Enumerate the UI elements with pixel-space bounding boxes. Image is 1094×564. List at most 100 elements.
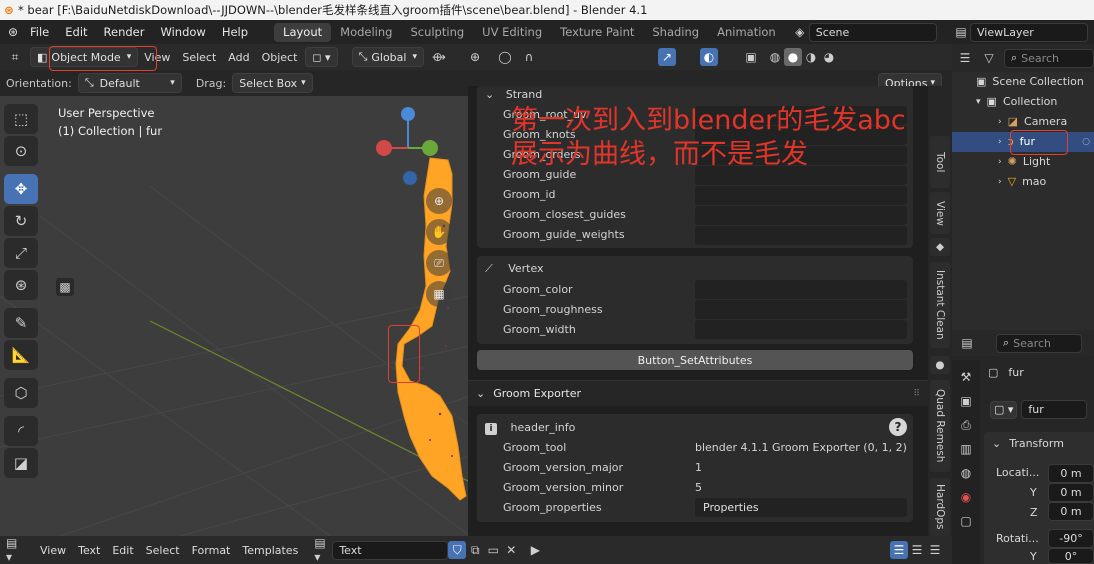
3d-viewport[interactable]: User Perspective (1) Collection | fur ⊕ …	[0, 96, 468, 536]
properties-search-input[interactable]: ⌕ Search	[996, 333, 1082, 353]
shading-wireframe-icon[interactable]: ◍	[766, 48, 784, 66]
run-script-icon[interactable]: ▶	[526, 541, 544, 559]
object-properties-icon[interactable]: ▢	[957, 512, 975, 530]
falloff-icon[interactable]: ∩	[520, 48, 538, 66]
menu-window[interactable]: Window	[152, 25, 213, 39]
pivot-point-icon[interactable]: ⟴	[430, 48, 448, 66]
tab-uv-editing[interactable]: UV Editing	[473, 23, 551, 42]
orientation-dropdown[interactable]: ⤡ Default ▾	[77, 73, 182, 93]
outliner-item-light[interactable]: › ✺ Light	[952, 152, 1094, 172]
world-properties-icon[interactable]: ◉	[957, 488, 975, 506]
tab-sculpting[interactable]: Sculpting	[401, 23, 473, 42]
text-menu-text[interactable]: Text	[72, 544, 106, 557]
zoom-icon[interactable]: ⊕	[426, 188, 452, 214]
tab-shading[interactable]: Shading	[643, 23, 708, 42]
menu-file[interactable]: File	[22, 25, 57, 39]
tool-properties-icon[interactable]: ⚒	[957, 368, 975, 386]
scene-icon[interactable]: ◈	[791, 23, 809, 41]
cut-tool-icon[interactable]: ◪	[4, 448, 38, 478]
checker-icon[interactable]: ▩	[56, 278, 74, 296]
menu-edit[interactable]: Edit	[57, 25, 95, 39]
properties-field[interactable]: Properties	[695, 498, 907, 517]
record-icon[interactable]: ●	[930, 356, 950, 374]
vertex-value[interactable]	[695, 300, 907, 319]
syntax-highlight-icon[interactable]: ☰	[926, 541, 944, 559]
pivot-selector[interactable]: ◻ ▾	[305, 47, 338, 67]
text-menu-select[interactable]: Select	[140, 544, 186, 557]
proportional-edit-icon[interactable]: ◯	[496, 48, 514, 66]
vertex-value[interactable]	[695, 320, 907, 339]
menu-object[interactable]: Object	[256, 51, 304, 64]
text-menu-format[interactable]: Format	[186, 544, 237, 557]
duplicate-icon[interactable]: ⧉	[466, 541, 484, 559]
vertex-header[interactable]: ⟋ Vertex	[485, 260, 544, 278]
curve-draw-tool-icon[interactable]: ◜	[4, 416, 38, 446]
shading-solid-icon[interactable]: ●	[784, 48, 802, 66]
shading-material-icon[interactable]: ◑	[802, 48, 820, 66]
scene-properties-icon[interactable]: ◍	[957, 464, 975, 482]
add-cube-tool-icon[interactable]: ⬡	[4, 378, 38, 408]
shading-rendered-icon[interactable]: ◕	[820, 48, 838, 66]
scene-field[interactable]: Scene	[808, 22, 937, 42]
strand-header[interactable]: ⌄ Strand	[485, 86, 542, 104]
strand-value[interactable]	[695, 186, 907, 205]
set-attributes-button[interactable]: Button_SetAttributes	[477, 350, 913, 370]
menu-render[interactable]: Render	[96, 25, 153, 39]
render-properties-icon[interactable]: ▣	[957, 392, 975, 410]
measure-tool-icon[interactable]: 📐	[4, 340, 38, 370]
rotation-y-field[interactable]: 0°	[1048, 548, 1094, 564]
text-menu-view[interactable]: View	[34, 544, 72, 557]
filter-icon[interactable]: ▽	[980, 49, 998, 67]
viewlayer-field[interactable]: ViewLayer	[970, 22, 1088, 42]
menu-help[interactable]: Help	[214, 25, 256, 39]
annotate-tool-icon[interactable]: ✎	[4, 308, 38, 338]
help-icon[interactable]: ?	[889, 418, 907, 436]
line-numbers-icon[interactable]: ☰	[890, 541, 908, 559]
menu-add[interactable]: Add	[222, 51, 255, 64]
snap-icon[interactable]: ⊕	[466, 48, 484, 66]
tab-modeling[interactable]: Modeling	[331, 23, 401, 42]
strand-value[interactable]	[695, 226, 907, 245]
open-folder-icon[interactable]: ▭	[484, 541, 502, 559]
vertex-value[interactable]	[695, 280, 907, 299]
object-type-dropdown[interactable]: ▢ ▾	[990, 400, 1018, 419]
location-x-field[interactable]: 0 m	[1048, 464, 1094, 483]
perspective-toggle-icon[interactable]: ▦	[426, 281, 452, 307]
text-datablock-icon[interactable]: ▤ ▾	[314, 536, 332, 564]
location-z-field[interactable]: 0 m	[1048, 502, 1094, 521]
outliner-search-input[interactable]: ⌕ Search	[1004, 48, 1094, 68]
tab-instant-clean[interactable]: Instant Clean	[930, 262, 950, 348]
tab-hardops[interactable]: HardOps	[930, 478, 950, 536]
properties-editor-icon[interactable]: ▤	[958, 334, 976, 352]
text-datablock-field[interactable]: Text	[332, 540, 449, 560]
xray-icon[interactable]: ▣	[742, 48, 760, 66]
move-tool-icon[interactable]: ✥	[4, 174, 38, 204]
word-wrap-icon[interactable]: ☰	[908, 541, 926, 559]
transform-panel-header[interactable]: ⌄ Transform	[984, 432, 1094, 454]
object-selector[interactable]: ▢ ▾ fur	[990, 400, 1088, 419]
strand-value[interactable]	[695, 206, 907, 225]
rotate-tool-icon[interactable]: ↻	[4, 206, 38, 236]
groom-exporter-header[interactable]: ⌄ Groom Exporter ⠿	[468, 380, 928, 406]
fake-user-shield-icon[interactable]: ⛉	[448, 541, 467, 559]
text-menu-edit[interactable]: Edit	[106, 544, 139, 557]
editor-type-icon[interactable]: ⌗	[6, 48, 24, 66]
transform-orientation-selector[interactable]: ⤡ Global ▾	[351, 47, 424, 67]
viewlayer-icon[interactable]: ▤	[952, 23, 970, 41]
outliner-item-mao[interactable]: › ▽ mao	[952, 172, 1094, 192]
location-y-field[interactable]: 0 m	[1048, 483, 1094, 502]
outliner-item-collection[interactable]: ▾ ▣ Collection	[952, 92, 1094, 112]
pan-hand-icon[interactable]: ✋	[426, 219, 452, 245]
select-box-tool-icon[interactable]: ⬚	[4, 104, 38, 134]
drag-handle-icon[interactable]: ⠿	[913, 389, 920, 399]
tab-quad-remesh[interactable]: Quad Remesh	[930, 380, 950, 472]
blender-menu-icon[interactable]: ⊛	[4, 23, 22, 41]
tab-view[interactable]: View	[930, 192, 950, 234]
text-menu-templates[interactable]: Templates	[236, 544, 304, 557]
tab-texture-paint[interactable]: Texture Paint	[551, 23, 643, 42]
tab-layout[interactable]: Layout	[274, 22, 332, 42]
gizmo-toggle-icon[interactable]: ↗	[658, 48, 676, 66]
rotation-x-field[interactable]: -90°	[1048, 529, 1094, 548]
camera-view-icon[interactable]: ⎚	[426, 250, 452, 276]
outliner-editor-icon[interactable]: ☰	[956, 49, 974, 67]
